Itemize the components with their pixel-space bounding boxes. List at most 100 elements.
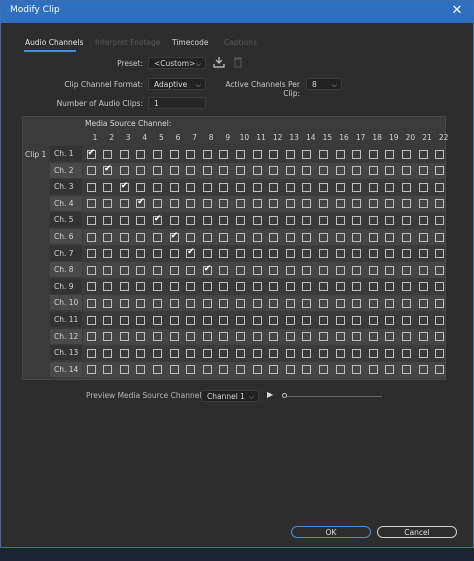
channel-checkbox[interactable] bbox=[86, 348, 96, 358]
channel-checkbox[interactable] bbox=[352, 199, 362, 209]
channel-checkbox[interactable] bbox=[368, 332, 378, 342]
channel-checkbox[interactable] bbox=[252, 265, 262, 275]
channel-checkbox[interactable] bbox=[119, 199, 129, 209]
channel-checkbox[interactable] bbox=[186, 149, 196, 159]
channel-checkbox[interactable] bbox=[103, 365, 113, 375]
channel-checkbox[interactable] bbox=[235, 232, 245, 242]
clip-channel-format-dropdown[interactable]: Adaptive ⌵ bbox=[148, 78, 206, 90]
channel-checkbox[interactable] bbox=[186, 232, 196, 242]
channel-checkbox[interactable] bbox=[385, 199, 395, 209]
channel-checkbox[interactable] bbox=[401, 249, 411, 259]
channel-checkbox[interactable] bbox=[302, 215, 312, 225]
channel-checkbox[interactable] bbox=[285, 215, 295, 225]
channel-checkbox[interactable] bbox=[202, 348, 212, 358]
channel-checkbox[interactable] bbox=[86, 148, 96, 159]
channel-checkbox[interactable] bbox=[368, 282, 378, 292]
channel-checkbox[interactable] bbox=[136, 215, 146, 225]
channel-checkbox[interactable] bbox=[318, 232, 328, 242]
channel-checkbox[interactable] bbox=[219, 249, 229, 259]
channel-checkbox[interactable] bbox=[119, 332, 129, 342]
channel-checkbox[interactable] bbox=[202, 249, 212, 259]
close-icon[interactable]: ✕ bbox=[449, 3, 465, 19]
channel-checkbox[interactable] bbox=[136, 197, 146, 209]
channel-checkbox[interactable] bbox=[235, 332, 245, 342]
channel-checkbox[interactable] bbox=[435, 348, 445, 358]
channel-checkbox[interactable] bbox=[418, 365, 428, 375]
channel-checkbox[interactable] bbox=[368, 348, 378, 358]
channel-checkbox[interactable] bbox=[252, 149, 262, 159]
channel-checkbox[interactable] bbox=[169, 149, 179, 159]
channel-checkbox[interactable] bbox=[152, 199, 162, 209]
channel-checkbox[interactable] bbox=[401, 365, 411, 375]
channel-checkbox[interactable] bbox=[202, 332, 212, 342]
channel-checkbox[interactable] bbox=[103, 232, 113, 242]
channel-checkbox[interactable] bbox=[368, 182, 378, 192]
channel-checkbox[interactable] bbox=[119, 365, 129, 375]
channel-checkbox[interactable] bbox=[202, 182, 212, 192]
save-preset-icon[interactable] bbox=[213, 56, 225, 71]
channel-checkbox[interactable] bbox=[318, 166, 328, 176]
channel-checkbox[interactable] bbox=[186, 215, 196, 225]
channel-checkbox[interactable] bbox=[252, 332, 262, 342]
channel-checkbox[interactable] bbox=[252, 199, 262, 209]
channel-checkbox[interactable] bbox=[385, 298, 395, 308]
channel-checkbox[interactable] bbox=[86, 182, 96, 192]
channel-checkbox[interactable] bbox=[318, 348, 328, 358]
channel-checkbox[interactable] bbox=[352, 282, 362, 292]
channel-checkbox[interactable] bbox=[368, 149, 378, 159]
channel-checkbox[interactable] bbox=[186, 182, 196, 192]
channel-checkbox[interactable] bbox=[103, 199, 113, 209]
active-channels-dropdown[interactable]: 8 ⌵ bbox=[306, 78, 342, 90]
channel-checkbox[interactable] bbox=[86, 166, 96, 176]
channel-checkbox[interactable] bbox=[302, 365, 312, 375]
channel-checkbox[interactable] bbox=[136, 249, 146, 259]
channel-checkbox[interactable] bbox=[302, 232, 312, 242]
channel-checkbox[interactable] bbox=[385, 166, 395, 176]
channel-checkbox[interactable] bbox=[285, 348, 295, 358]
channel-checkbox[interactable] bbox=[202, 282, 212, 292]
channel-checkbox[interactable] bbox=[136, 315, 146, 325]
channel-checkbox[interactable] bbox=[119, 348, 129, 358]
channel-checkbox[interactable] bbox=[285, 365, 295, 375]
channel-checkbox[interactable] bbox=[435, 199, 445, 209]
channel-checkbox[interactable] bbox=[335, 332, 345, 342]
channel-checkbox[interactable] bbox=[368, 215, 378, 225]
preview-slider-track[interactable] bbox=[286, 396, 382, 397]
channel-checkbox[interactable] bbox=[119, 166, 129, 176]
channel-checkbox[interactable] bbox=[352, 182, 362, 192]
channel-checkbox[interactable] bbox=[318, 265, 328, 275]
channel-checkbox[interactable] bbox=[385, 282, 395, 292]
channel-checkbox[interactable] bbox=[269, 182, 279, 192]
channel-checkbox[interactable] bbox=[302, 149, 312, 159]
channel-checkbox[interactable] bbox=[385, 232, 395, 242]
channel-checkbox[interactable] bbox=[401, 149, 411, 159]
channel-checkbox[interactable] bbox=[285, 199, 295, 209]
channel-checkbox[interactable] bbox=[219, 265, 229, 275]
channel-checkbox[interactable] bbox=[86, 332, 96, 342]
channel-checkbox[interactable] bbox=[418, 315, 428, 325]
channel-checkbox[interactable] bbox=[202, 149, 212, 159]
channel-checkbox[interactable] bbox=[219, 332, 229, 342]
channel-checkbox[interactable] bbox=[235, 298, 245, 308]
channel-checkbox[interactable] bbox=[285, 265, 295, 275]
channel-checkbox[interactable] bbox=[269, 332, 279, 342]
play-icon[interactable]: ▶ bbox=[267, 390, 273, 399]
channel-checkbox[interactable] bbox=[152, 265, 162, 275]
channel-checkbox[interactable] bbox=[86, 265, 96, 275]
channel-checkbox[interactable] bbox=[136, 265, 146, 275]
channel-checkbox[interactable] bbox=[119, 282, 129, 292]
channel-checkbox[interactable] bbox=[86, 232, 96, 242]
channel-checkbox[interactable] bbox=[352, 265, 362, 275]
channel-checkbox[interactable] bbox=[352, 298, 362, 308]
channel-checkbox[interactable] bbox=[385, 182, 395, 192]
channel-checkbox[interactable] bbox=[219, 215, 229, 225]
channel-checkbox[interactable] bbox=[252, 166, 262, 176]
channel-checkbox[interactable] bbox=[152, 214, 162, 225]
channel-checkbox[interactable] bbox=[302, 348, 312, 358]
channel-checkbox[interactable] bbox=[318, 215, 328, 225]
channel-checkbox[interactable] bbox=[152, 232, 162, 242]
channel-checkbox[interactable] bbox=[252, 215, 262, 225]
channel-checkbox[interactable] bbox=[152, 149, 162, 159]
channel-checkbox[interactable] bbox=[368, 199, 378, 209]
channel-checkbox[interactable] bbox=[136, 348, 146, 358]
